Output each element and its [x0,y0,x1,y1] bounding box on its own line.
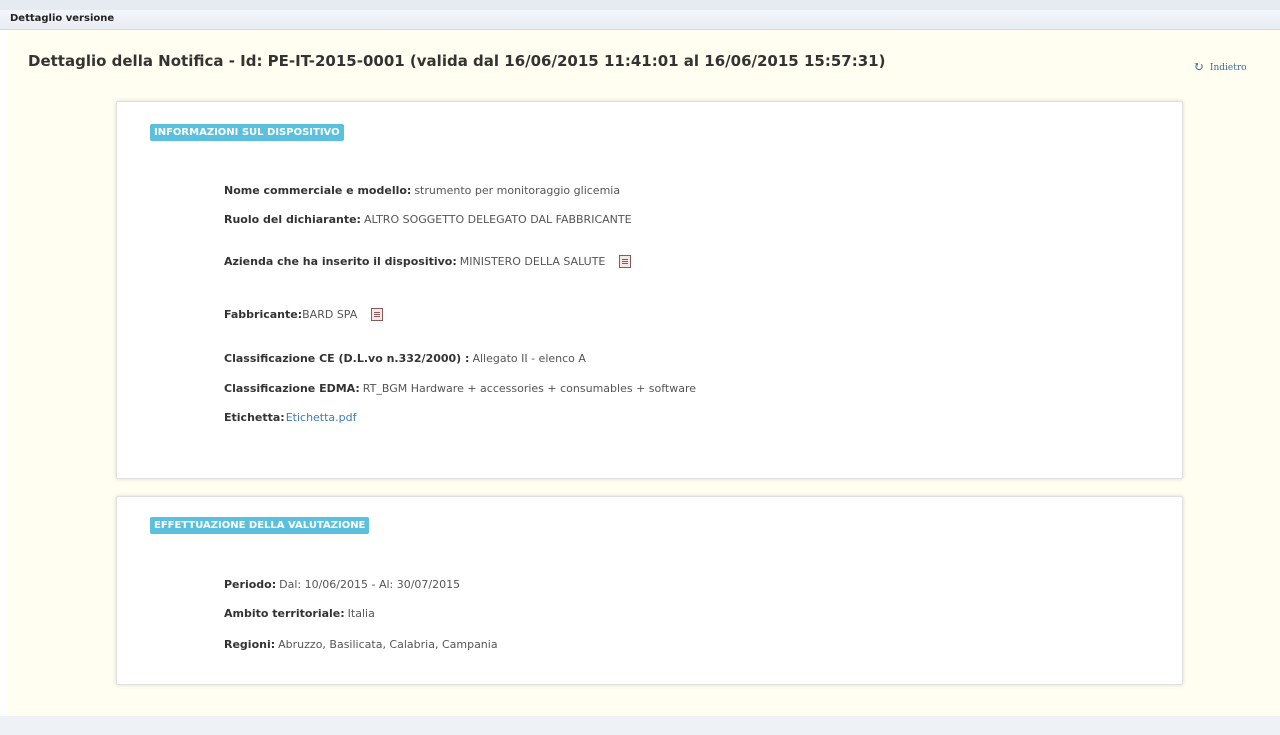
document-icon[interactable] [619,255,632,268]
field-label: Etichetta: [224,411,285,424]
field-value: Dal: 10/06/2015 - Al: 30/07/2015 [279,578,461,591]
field-label: Regioni: [224,638,276,651]
evaluation-section-badge: EFFETTUAZIONE DELLA VALUTAZIONE [150,517,370,534]
field-etichetta: Etichetta: Etichetta.pdf [224,411,357,424]
field-value: Allegato II - elenco A [472,352,586,365]
field-ce: Classificazione CE (D.L.vo n.332/2000) :… [224,352,586,365]
field-label: Ruolo del dichiarante: [224,213,361,226]
field-label: Classificazione EDMA: [224,382,360,395]
field-nome: Nome commerciale e modello: strumento pe… [224,184,620,197]
field-label: Nome commerciale e modello: [224,184,412,197]
field-value: ALTRO SOGGETTO DELEGATO DAL FABBRICANTE [363,213,632,226]
field-value: MINISTERO DELLA SALUTE [459,255,606,268]
field-ruolo: Ruolo del dichiarante: ALTRO SOGGETTO DE… [224,213,632,226]
field-ambito: Ambito territoriale: Italia [224,607,375,620]
device-section-badge: INFORMAZIONI SUL DISPOSITIVO [150,124,344,141]
field-regioni: Regioni: Abruzzo, Basilicata, Calabria, … [224,638,498,651]
refresh-icon: ↻ [1193,60,1204,75]
field-label: Azienda che ha inserito il dispositivo: [224,255,457,268]
field-value: BARD SPA [302,308,358,321]
header-title: Dettaglio versione [10,13,115,24]
field-value: RT_BGM Hardware + accessories + consumab… [362,382,697,395]
header-bar [0,10,1280,30]
page-title: Dettaglio della Notifica - Id: PE-IT-201… [28,52,886,70]
top-strip [0,0,1280,10]
field-periodo: Periodo: Dal: 10/06/2015 - Al: 30/07/201… [224,578,460,591]
field-value: strumento per monitoraggio glicemia [414,184,621,197]
field-label: Classificazione CE (D.L.vo n.332/2000) : [224,352,470,365]
field-label: Fabbricante: [224,308,303,321]
device-info-card: INFORMAZIONI SUL DISPOSITIVO Nome commer… [116,101,1183,479]
field-fabbricante: Fabbricante: BARD SPA [224,308,384,321]
evaluation-card: EFFETTUAZIONE DELLA VALUTAZIONE Periodo:… [116,496,1183,685]
field-value: Italia [347,607,375,620]
bottom-strip [0,716,1280,735]
field-label: Ambito territoriale: [224,607,345,620]
etichetta-link[interactable]: Etichetta.pdf [286,411,357,424]
field-azienda: Azienda che ha inserito il dispositivo: … [224,255,632,268]
document-icon[interactable] [371,308,384,321]
field-label: Periodo: [224,578,277,591]
back-label: Indietro [1209,62,1247,73]
field-edma: Classificazione EDMA: RT_BGM Hardware + … [224,382,696,395]
field-value: Abruzzo, Basilicata, Calabria, Campania [278,638,498,651]
back-button[interactable]: ↻ Indietro [1193,61,1247,74]
